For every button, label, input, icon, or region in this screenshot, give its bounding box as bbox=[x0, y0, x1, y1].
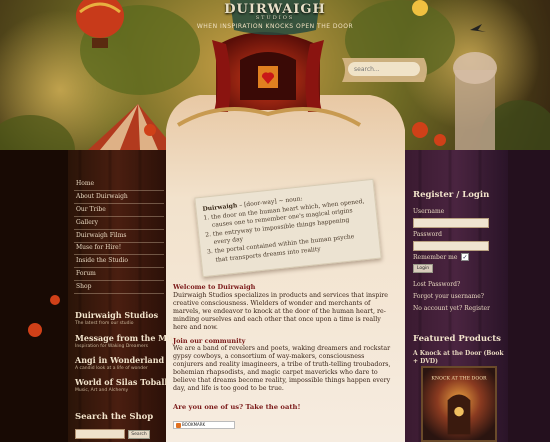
oath-line: Are you one of us? Take the oath! bbox=[173, 403, 300, 411]
search-input[interactable] bbox=[348, 62, 420, 76]
password-label: Password bbox=[413, 231, 442, 238]
username-label: Username bbox=[413, 208, 445, 215]
oath-link[interactable]: Take the oath! bbox=[245, 403, 300, 411]
cover-title: KNOCK AT THE DOOR bbox=[431, 375, 487, 381]
blog-link-message-muse[interactable]: Message from the Muse bbox=[75, 333, 183, 343]
no-account-text: No account yet? bbox=[413, 305, 463, 312]
forgot-username-link[interactable]: Forgot your username? bbox=[413, 293, 484, 300]
nav-item-shop[interactable]: Shop bbox=[74, 282, 164, 294]
community-heading: Join our community bbox=[173, 337, 246, 345]
shop-search-button[interactable]: Search bbox=[128, 430, 150, 439]
remember-checkbox[interactable]: ✓ bbox=[461, 253, 469, 261]
nav-item-studio[interactable]: Inside the Studio bbox=[74, 256, 164, 268]
blog-link-duirwaigh-studios[interactable]: Duirwaigh Studios bbox=[75, 310, 158, 320]
blog-subtitle: Music, Art and Alchemy bbox=[75, 388, 129, 393]
welcome-text: Duirwaigh Studios specializes in product… bbox=[173, 292, 389, 331]
nav-item-muse[interactable]: Muse for Hire! bbox=[74, 243, 164, 255]
nav-item-forum[interactable]: Forum bbox=[74, 269, 164, 281]
site-tagline: WHEN INSPIRATION KNOCKS OPEN THE DOOR bbox=[196, 23, 354, 30]
username-field[interactable] bbox=[413, 218, 489, 228]
product-cover-image[interactable]: KNOCK AT THE DOOR bbox=[421, 366, 497, 442]
nav-item-films[interactable]: Duirwaigh Films bbox=[74, 231, 164, 243]
bookmark-button[interactable]: BOOKMARK bbox=[173, 421, 235, 429]
login-button[interactable]: Login bbox=[413, 264, 433, 273]
login-title: Register / Login bbox=[413, 190, 490, 200]
blog-subtitle: The latest from our studio bbox=[75, 321, 134, 326]
oath-question: Are you one of us? bbox=[173, 403, 244, 411]
shop-search-input[interactable] bbox=[75, 429, 125, 439]
password-field[interactable] bbox=[413, 241, 489, 251]
nav-item-tribe[interactable]: Our Tribe bbox=[74, 205, 164, 217]
remember-label: Remember me bbox=[413, 254, 458, 261]
blog-link-angi-wonderland[interactable]: Angi in Wonderland bbox=[75, 355, 164, 365]
blog-subtitle: A candid look at a life of wonder bbox=[75, 366, 148, 371]
register-line: No account yet? Register bbox=[413, 305, 490, 312]
welcome-heading: Welcome to Duirwaigh bbox=[173, 283, 256, 291]
register-link[interactable]: Register bbox=[464, 305, 490, 312]
site-subname: STUDIOS bbox=[255, 15, 295, 21]
blog-link-silas-toball[interactable]: World of Silas Toball bbox=[75, 377, 167, 387]
nav-item-about[interactable]: About Duirwaigh bbox=[74, 192, 164, 204]
community-text: We are a band of revelers and poets, wak… bbox=[173, 345, 391, 392]
featured-product-link[interactable]: A Knock at the Door (Book + DVD) bbox=[413, 350, 508, 366]
nav-item-gallery[interactable]: Gallery bbox=[74, 218, 164, 230]
definition-text: Duirwaigh – [door-way] ~ noun: 1. the do… bbox=[202, 188, 375, 265]
shop-search-title: Search the Shop bbox=[75, 412, 154, 422]
lost-password-link[interactable]: Lost Password? bbox=[413, 281, 460, 288]
blog-subtitle: Inspiration for Waking Dreamers bbox=[75, 344, 148, 349]
nav-item-home[interactable]: Home bbox=[74, 179, 164, 191]
featured-products-title: Featured Products bbox=[413, 334, 501, 344]
